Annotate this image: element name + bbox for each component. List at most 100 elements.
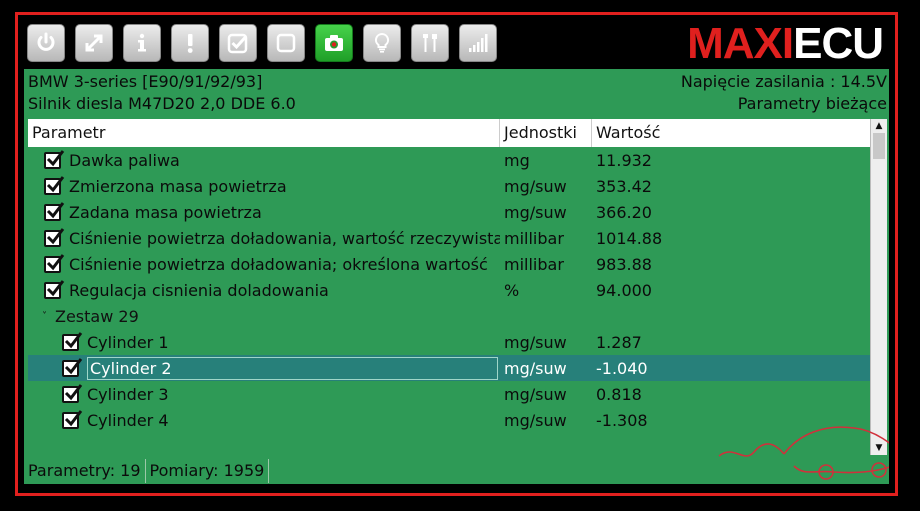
info-icon bbox=[138, 33, 146, 52]
expand-icon bbox=[85, 34, 103, 52]
logo-part-maxi: MAXI bbox=[687, 19, 794, 68]
car-signature-watermark bbox=[718, 426, 889, 480]
row-checkbox[interactable] bbox=[44, 201, 65, 221]
signal-button[interactable] bbox=[459, 24, 497, 62]
row-checkbox[interactable] bbox=[62, 357, 83, 377]
param-value: 11.932 bbox=[596, 150, 652, 170]
param-label: Cylinder 1 bbox=[87, 332, 169, 352]
check-mark-icon bbox=[46, 175, 65, 192]
param-value: 1.287 bbox=[596, 332, 642, 352]
row-checkbox[interactable] bbox=[44, 175, 65, 195]
param-label: Dawka paliwa bbox=[69, 150, 180, 170]
check-mark-icon bbox=[64, 331, 83, 348]
power-icon bbox=[37, 32, 55, 51]
select-all-button[interactable] bbox=[219, 24, 257, 62]
param-unit: millibar bbox=[504, 228, 564, 248]
row-checkbox[interactable] bbox=[62, 383, 83, 403]
vertical-scrollbar[interactable]: ▲ ▼ bbox=[870, 119, 887, 455]
signal-bars-icon bbox=[469, 34, 488, 52]
check-mark-icon bbox=[46, 201, 65, 218]
row-checkbox[interactable] bbox=[62, 409, 83, 429]
check-mark-icon bbox=[46, 227, 65, 244]
mode-label: Parametry bieżące bbox=[737, 94, 887, 113]
table-header: Parametr Jednostki Wartość bbox=[28, 119, 870, 147]
checkbox-checked-icon bbox=[227, 33, 248, 54]
table-row[interactable]: Cylinder 1 mg/suw 1.287 bbox=[28, 329, 870, 355]
param-unit: mg/suw bbox=[504, 202, 567, 222]
param-label: Ciśnienie powietrza doładowania, wartość… bbox=[69, 228, 500, 248]
check-mark-icon bbox=[46, 149, 65, 166]
param-value: -1.040 bbox=[596, 358, 648, 378]
camera-button[interactable] bbox=[315, 24, 353, 62]
param-unit: mg/suw bbox=[504, 384, 567, 404]
tools-button[interactable] bbox=[411, 24, 449, 62]
alert-button[interactable] bbox=[171, 24, 209, 62]
logo-part-ecu: ECU bbox=[793, 19, 884, 68]
tools-icon bbox=[423, 34, 437, 52]
measurement-count: Pomiary: 1959 bbox=[150, 459, 270, 483]
row-checkbox[interactable] bbox=[44, 227, 65, 247]
check-mark-icon bbox=[64, 383, 83, 400]
brand-logo: MAXI ECU bbox=[687, 19, 884, 68]
row-checkbox[interactable] bbox=[62, 331, 83, 351]
supply-voltage: Napięcie zasilania : 14.5V bbox=[680, 72, 887, 91]
check-mark-icon bbox=[64, 357, 83, 374]
param-value: 1014.88 bbox=[596, 228, 663, 248]
row-checkbox[interactable] bbox=[44, 253, 65, 273]
param-value: 0.818 bbox=[596, 384, 642, 404]
table-row-selected[interactable]: Cylinder 2 mg/suw -1.040 bbox=[28, 355, 870, 381]
table-row[interactable]: Cylinder 3 mg/suw 0.818 bbox=[28, 381, 870, 407]
param-label: Cylinder 3 bbox=[87, 384, 169, 404]
group-label: Zestaw 29 bbox=[55, 306, 139, 326]
row-checkbox[interactable] bbox=[44, 149, 65, 169]
table-body: Dawka paliwa mg 11.932 Zmierzona masa po… bbox=[28, 147, 870, 433]
param-label: Regulacja cisnienia doladowania bbox=[69, 280, 329, 300]
column-header-param[interactable]: Parametr bbox=[28, 119, 500, 147]
vehicle-info: BMW 3-series [E90/91/92/93] Napięcie zas… bbox=[28, 71, 887, 115]
param-value: 366.20 bbox=[596, 202, 652, 222]
parameter-count: Parametry: 19 bbox=[28, 459, 146, 483]
group-header[interactable]: ˅ Zestaw 29 bbox=[28, 303, 870, 329]
param-label: Ciśnienie powietrza doładowania; określo… bbox=[69, 254, 488, 274]
table-row[interactable]: Ciśnienie powietrza doładowania, wartość… bbox=[28, 225, 870, 251]
engine-type: Silnik diesla M47D20 2,0 DDE 6.0 bbox=[28, 94, 296, 113]
table-row[interactable]: Zmierzona masa powietrza mg/suw 353.42 bbox=[28, 173, 870, 199]
param-value: 94.000 bbox=[596, 280, 652, 300]
param-label: Zadana masa powietrza bbox=[69, 202, 262, 222]
scroll-up-icon[interactable]: ▲ bbox=[871, 119, 887, 133]
expand-button[interactable] bbox=[75, 24, 113, 62]
param-unit: millibar bbox=[504, 254, 564, 274]
param-unit: % bbox=[504, 280, 520, 300]
deselect-all-button[interactable] bbox=[267, 24, 305, 62]
alert-icon bbox=[187, 34, 193, 53]
check-mark-icon bbox=[46, 279, 65, 296]
row-checkbox[interactable] bbox=[44, 279, 65, 299]
toolbar: MAXI ECU bbox=[24, 19, 889, 69]
param-label: Cylinder 2 bbox=[87, 356, 498, 380]
check-mark-icon bbox=[64, 409, 83, 426]
param-unit: mg/suw bbox=[504, 332, 567, 352]
param-value: 983.88 bbox=[596, 254, 652, 274]
table-row[interactable]: Zadana masa powietrza mg/suw 366.20 bbox=[28, 199, 870, 225]
power-button[interactable] bbox=[27, 24, 65, 62]
vehicle-model: BMW 3-series [E90/91/92/93] bbox=[28, 72, 263, 91]
info-button[interactable] bbox=[123, 24, 161, 62]
table-row[interactable]: Dawka paliwa mg 11.932 bbox=[28, 147, 870, 173]
column-header-value[interactable]: Wartość bbox=[592, 119, 870, 147]
app-window: MAXI ECU BMW 3-series [E90/91/92/93] Nap… bbox=[24, 19, 889, 484]
chevron-down-icon[interactable]: ˅ bbox=[42, 311, 47, 322]
param-unit: mg/suw bbox=[504, 410, 567, 430]
column-header-unit[interactable]: Jednostki bbox=[500, 119, 592, 147]
lightbulb-button[interactable] bbox=[363, 24, 401, 62]
param-unit: mg/suw bbox=[504, 358, 567, 378]
param-unit: mg/suw bbox=[504, 176, 567, 196]
param-label: Cylinder 4 bbox=[87, 410, 169, 430]
status-bar: Parametry: 19 Pomiary: 1959 bbox=[28, 459, 273, 483]
param-value: 353.42 bbox=[596, 176, 652, 196]
camera-icon bbox=[325, 35, 343, 51]
param-label: Zmierzona masa powietrza bbox=[69, 176, 287, 196]
scrollbar-thumb[interactable] bbox=[873, 133, 885, 159]
table-row[interactable]: Ciśnienie powietrza doładowania; określo… bbox=[28, 251, 870, 277]
parameters-table: Parametr Jednostki Wartość Dawka paliwa … bbox=[28, 119, 870, 459]
table-row[interactable]: Regulacja cisnienia doladowania % 94.000 bbox=[28, 277, 870, 303]
